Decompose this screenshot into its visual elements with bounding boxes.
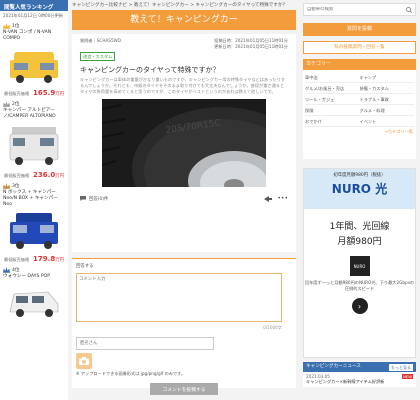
crown-icon [3,23,10,29]
crown-icon [3,183,10,189]
category-item[interactable]: 保険 [305,105,360,116]
car-thumbnail [4,122,64,170]
news-box: キャンピングカーニュース もっと見る 2021.03.05 NEW キャンピング… [303,362,416,387]
tire-image: 205/70R15C [102,99,266,187]
submit-comment-button[interactable]: コメントを投稿する [150,383,218,395]
update-date: 更新日時：2021年01月05日11時01分 [214,44,288,49]
rank-number: 4位 [12,268,20,273]
rank-car-name: キャンパー アルトピアー ノ/CAMPER ALTOPIANO [3,108,56,119]
comment-icon [80,196,86,201]
price-value: 236.0 [33,171,56,179]
car-thumbnail [4,44,64,88]
comment-input[interactable] [76,273,282,322]
category-title: カテゴリー [303,59,416,70]
price-value: 165.9 [33,89,56,97]
search-box [303,3,416,16]
car-thumbnail [4,282,64,322]
camera-icon [79,357,89,365]
category-item[interactable]: イベント [359,116,414,127]
ranking-item[interactable]: 2位 キャンパー アルトピアー ノ/CAMPER ALTOPIANO 最低販売価… [0,99,68,181]
category-item[interactable]: キャンプ [359,72,414,83]
rank-car-name: N ボックス + キャンパー Neo/N BOX + キャンパー Neo [3,190,58,207]
question-title: キャンピングカーのタイヤって特殊ですか？ [80,66,220,74]
news-item[interactable]: キャンピングカー×新幹線アイテム好評新 [303,379,416,385]
rank-car-name: ウォウシー DAYS POP [3,274,51,279]
name-input[interactable] [76,337,214,350]
rank-number: 3位 [12,184,20,189]
ranking-item[interactable]: 3位 N ボックス + キャンパー Neo/N BOX + キャンパー Neo … [0,181,68,265]
news-more-link[interactable]: もっと見る [389,363,413,371]
ranking-sidebar: 閲覧人気ランキング 2021年01月12日 0時00分更新 1位 N-VAN コ… [0,0,68,400]
ad-description: 回年度ずーっと月額980円のNURO光、下り最大2Gbpsの圧倒的スピード [304,280,415,291]
ad-arrow-icon[interactable]: › [351,298,368,314]
post-question-button[interactable]: 質問を投稿 [303,23,416,36]
more-icon[interactable]: ••• [277,195,288,202]
rank-car-name: N-VAN コンポ / N-VAN COMPO [3,30,52,41]
category-item[interactable]: グルメ/お風呂・売店 [305,83,360,94]
ad-headline: 1年間、光回線 [329,222,390,232]
upload-note: ※ アップロードできる画像形式は jpg/png/gif のみです。 [76,371,186,376]
rank-number: 1位 [12,24,20,29]
page-title: 教えて！キャンピングカー [72,10,296,30]
ranking-item[interactable]: 1位 N-VAN コンポ / N-VAN COMPO 最低販売価格 165.9万円 [0,21,68,99]
crown-icon [3,267,10,273]
ranking-title: 閲覧人気ランキング [0,0,68,11]
new-badge: NEW [402,374,413,379]
question-post: 質問者｜SCHAS5WD 投稿日時：2021年01月05日11時01分 更新日時… [72,34,296,252]
search-icon[interactable] [406,6,412,13]
reply-label: 回答する [76,264,94,269]
share-icon[interactable] [264,195,273,202]
main-content: キャンピングカー比較ナビ > 教えて！キャンピングカー > キャンピングカーのタ… [70,0,298,400]
right-sidebar: 質問を投稿 私の投稿質問・回答一覧 カテゴリー 車中泊 キャンプ グルメ/お風呂… [300,0,420,400]
category-item[interactable]: グルメ・料理 [359,105,414,116]
camera-upload-button[interactable] [76,353,92,369]
category-item[interactable]: トラブル・事故 [359,94,414,105]
my-posts-button[interactable]: 私の投稿質問・回答一覧 [303,41,416,54]
news-title: キャンピングカーニュース [306,364,361,369]
search-input[interactable] [307,7,387,12]
ad-top-line: 初年度月額980円（税抜） [333,173,386,178]
advertisement[interactable]: 初年度月額980円（税抜） NURO 光 1年間、光回線 月額980円 NURO… [303,168,416,358]
ranking-date: 2021年01月12日 0時00分更新 [3,13,63,18]
ad-logo: NURO [349,256,370,276]
category-more-link[interactable]: →カテゴリ一覧 [303,127,416,137]
rank-number: 2位 [12,102,20,107]
category-item[interactable]: 装備・カスタム [359,83,414,94]
crown-icon [3,101,10,107]
breadcrumb[interactable]: キャンピングカー比較ナビ > 教えて！キャンピングカー > キャンピングカーのタ… [70,0,298,10]
ad-price: 月額980円 [337,237,382,247]
reply-count: 回答(0)件 [89,196,109,202]
post-author[interactable]: 質問者｜SCHAS5WD [80,38,121,50]
category-box: カテゴリー 車中泊 キャンプ グルメ/お風呂・売店 装備・カスタム ツール・ガジ… [303,59,416,159]
category-item[interactable]: ツール・ガジェ [305,94,360,105]
category-tag[interactable]: 改造・カスタム [80,52,116,61]
category-item[interactable]: おでかけ [305,116,360,127]
car-thumbnail [4,210,64,254]
category-item[interactable]: 車中泊 [305,72,360,83]
ad-brand: NURO 光 [331,182,388,196]
reply-form: 回答する 0/1000字 ※ アップロードできる画像形式は jpg/png/gi… [72,258,296,395]
question-body: キャンピングカーは車体の重量がかなり重いものですが、キャンピングカー用の特殊タイ… [80,77,285,94]
ranking-item[interactable]: 4位 ウォウシー DAYS POP [0,265,68,324]
price-value: 179.8 [33,255,56,263]
char-counter: 0/1000字 [263,325,282,330]
